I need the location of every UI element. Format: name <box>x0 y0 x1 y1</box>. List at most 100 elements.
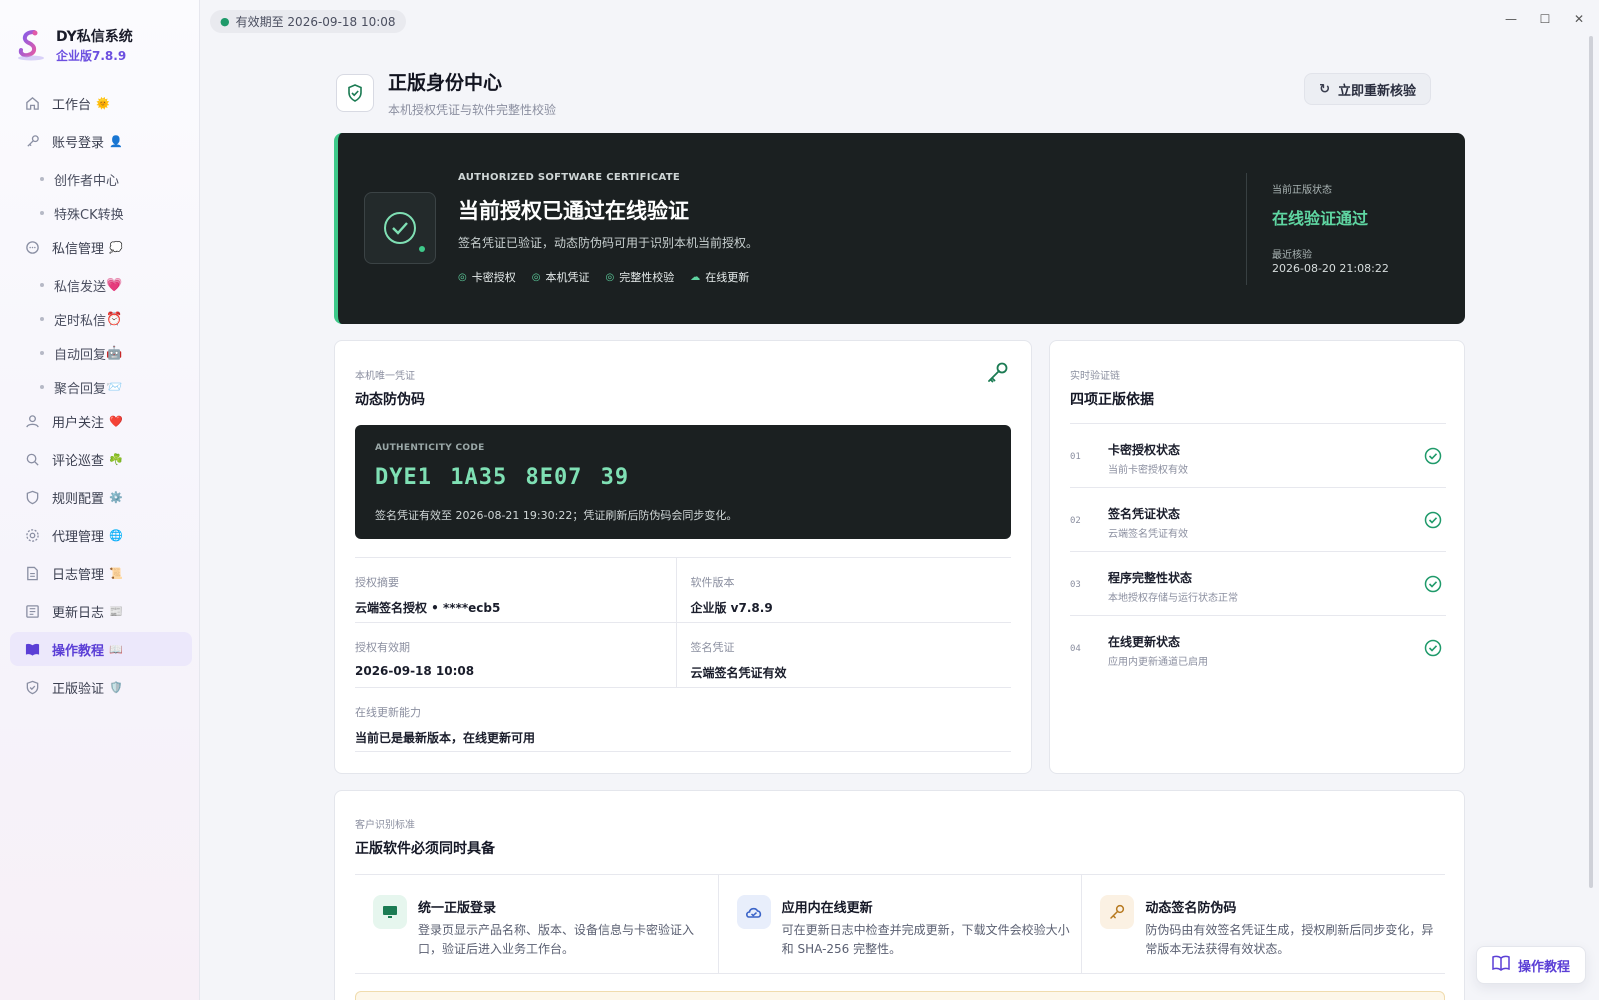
sidebar-item[interactable]: 正版验证 🛡️ <box>10 670 192 704</box>
standards-card: 客户识别标准 正版软件必须同时具备 统一正版登录 登录页显示产品名称、版本、设备… <box>334 790 1465 1000</box>
license-expiry-badge: ● 有效期至 2026-09-18 10:08 <box>210 10 406 33</box>
card-eyebrow: 客户识别标准 <box>355 820 415 831</box>
last-check-time: 2026-08-20 21:08:22 <box>1272 262 1389 275</box>
info-label: 签名凭证 <box>690 641 735 654</box>
item-desc: 本地授权存储与运行状态正常 <box>1108 593 1238 604</box>
brand-version: 企业版7.8.9 <box>56 49 127 63</box>
status-value: 在线验证通过 <box>1272 209 1369 228</box>
authenticity-code-card: 本机唯一凭证 动态防伪码 AUTHENTICITY CODE DYE1 1A35… <box>334 340 1032 774</box>
cloud-icon: ☁ <box>690 271 701 283</box>
standard-item-login: 统一正版登录 登录页显示产品名称、版本、设备信息与卡密验证入口，验证后进入业务工… <box>355 875 718 973</box>
sidebar-item-label: 自动回复 <box>54 347 107 363</box>
card-eyebrow: 实时验证链 <box>1070 371 1120 382</box>
standard-desc: 防伪码由有效签名凭证生成，授权刷新后同步变化，异常版本无法获得有效状态。 <box>1145 923 1434 956</box>
tag-label: 卡密授权 <box>471 271 516 284</box>
card-eyebrow: 本机唯一凭证 <box>355 371 415 382</box>
sidebar-item[interactable]: 用户关注 ❤️ <box>10 404 192 438</box>
license-expiry-text: 有效期至 2026-09-18 10:08 <box>235 15 396 29</box>
book-icon <box>1492 955 1510 975</box>
item-number: 03 <box>1070 580 1081 590</box>
emoji-icon: 💭 <box>109 240 123 254</box>
emoji-icon: 🤖 <box>106 345 123 361</box>
check-circle-icon: ◎ <box>605 271 615 283</box>
close-icon[interactable]: ✕ <box>1573 12 1585 26</box>
bullet-dot <box>40 351 44 355</box>
sidebar-item[interactable]: 私信管理 💭 <box>10 230 192 264</box>
sidebar-subitem[interactable]: 特殊CK转换 <box>10 196 192 230</box>
sidebar-item-label: 规则配置 <box>52 491 105 507</box>
sidebar-item-label: 特殊CK转换 <box>54 207 124 223</box>
maximize-icon[interactable]: ☐ <box>1539 12 1551 26</box>
sidebar-item-label: 私信管理 <box>52 241 105 257</box>
sidebar: DY私信系统 企业版7.8.9 工作台 🌞 账号登录 👤 创作者中心 特殊CK转换 私信管理… <box>0 0 200 1000</box>
sidebar-item-label: 评论巡查 <box>52 453 105 469</box>
item-number: 02 <box>1070 516 1081 526</box>
emoji-icon: 📰 <box>109 604 123 618</box>
tag-label: 本机凭证 <box>545 271 590 284</box>
sidebar-item[interactable]: 规则配置 ⚙️ <box>10 480 192 514</box>
emoji-icon: 📨 <box>106 379 123 395</box>
standard-title: 动态签名防伪码 <box>1145 901 1237 916</box>
newspaper-icon <box>24 603 40 619</box>
tag-card-auth: ◎ 卡密授权 <box>458 269 516 285</box>
page-title: 正版身份中心 <box>388 72 503 94</box>
book-icon <box>24 641 40 657</box>
key-icon <box>1100 895 1135 929</box>
certificate-description: 签名凭证已验证，动态防伪码可用于识别本机当前授权。 <box>458 236 759 250</box>
sidebar-item[interactable]: 更新日志 📰 <box>10 594 192 628</box>
sidebar-item[interactable]: 操作教程 📖 <box>10 632 192 666</box>
sidebar-subitem[interactable]: 聚合回复 📨 <box>10 370 192 404</box>
sidebar-item-label: 聚合回复 <box>54 381 107 397</box>
verification-item: 04 在线更新状态 应用内更新通道已启用 <box>1070 615 1446 679</box>
sidebar-subitem[interactable]: 自动回复 🤖 <box>10 336 192 370</box>
sidebar-subitem[interactable]: 创作者中心 <box>10 162 192 196</box>
sidebar-item[interactable]: 日志管理 📜 <box>10 556 192 590</box>
user-icon <box>24 413 40 429</box>
sidebar-item[interactable]: 工作台 🌞 <box>10 86 192 120</box>
info-value: 云端签名授权 • ****ecb5 <box>355 601 501 615</box>
sidebar-subitem[interactable]: 定时私信 ⏰ <box>10 302 192 336</box>
card-title: 动态防伪码 <box>355 392 425 408</box>
emoji-icon: 📖 <box>109 642 123 656</box>
certificate-eyebrow: AUTHORIZED SOFTWARE CERTIFICATE <box>458 172 680 183</box>
key-icon <box>985 361 1009 389</box>
emoji-icon: ⚙️ <box>109 490 123 504</box>
standards-row: 统一正版登录 登录页显示产品名称、版本、设备信息与卡密验证入口，验证后进入业务工… <box>355 874 1445 974</box>
sidebar-item-label: 代理管理 <box>52 529 105 545</box>
sidebar-item[interactable]: 账号登录 👤 <box>10 124 192 158</box>
tag-label: 在线更新 <box>705 271 750 284</box>
authenticity-code-box: AUTHENTICITY CODE DYE1 1A35 8E07 39 签名凭证… <box>355 425 1011 539</box>
sidebar-item-label: 用户关注 <box>52 415 105 431</box>
authenticity-code: DYE1 1A35 8E07 39 <box>375 465 630 490</box>
info-value: 当前已是最新版本，在线更新可用 <box>355 731 536 745</box>
tutorial-float-label: 操作教程 <box>1517 959 1570 975</box>
check-circle-icon <box>1424 511 1442 533</box>
emoji-icon: ⏰ <box>106 311 123 327</box>
card-title: 正版软件必须同时具备 <box>355 841 495 857</box>
item-number: 01 <box>1070 452 1081 462</box>
minimize-icon[interactable]: — <box>1505 12 1517 26</box>
sidebar-subitem[interactable]: 私信发送 💗 <box>10 268 192 302</box>
item-desc: 当前卡密授权有效 <box>1108 465 1188 476</box>
bullet-dot <box>40 385 44 389</box>
tag-local-cert: ◎ 本机凭证 <box>532 269 590 285</box>
verification-chain-card: 实时验证链 四项正版依据 01 卡密授权状态 当前卡密授权有效 02 签名凭证状态 云端签… <box>1049 340 1465 774</box>
refresh-icon: ↻ <box>1319 81 1330 97</box>
shield-icon <box>24 489 40 505</box>
gear-icon <box>24 527 40 543</box>
sidebar-item[interactable]: 代理管理 🌐 <box>10 518 192 552</box>
scrollbar[interactable] <box>1589 36 1593 888</box>
shield-check-icon <box>336 74 374 112</box>
sidebar-item-label: 创作者中心 <box>54 173 120 189</box>
code-label: AUTHENTICITY CODE <box>375 443 485 453</box>
tutorial-float-button[interactable]: 操作教程 <box>1476 946 1586 984</box>
status-label: 当前正版状态 <box>1272 185 1332 196</box>
monitor-icon <box>373 895 407 929</box>
info-value: 2026-09-18 10:08 <box>355 664 475 678</box>
recheck-button[interactable]: ↻ 立即重新核验 <box>1304 73 1431 105</box>
check-circle-icon <box>1424 575 1442 597</box>
emoji-icon: 🌞 <box>96 96 110 110</box>
emoji-icon: 🌐 <box>109 528 123 542</box>
sidebar-item[interactable]: 评论巡查 ☘️ <box>10 442 192 476</box>
certificate-tags: ◎ 卡密授权 ◎ 本机凭证 ◎ 完整性校验 ☁ 在线更新 <box>458 269 749 285</box>
